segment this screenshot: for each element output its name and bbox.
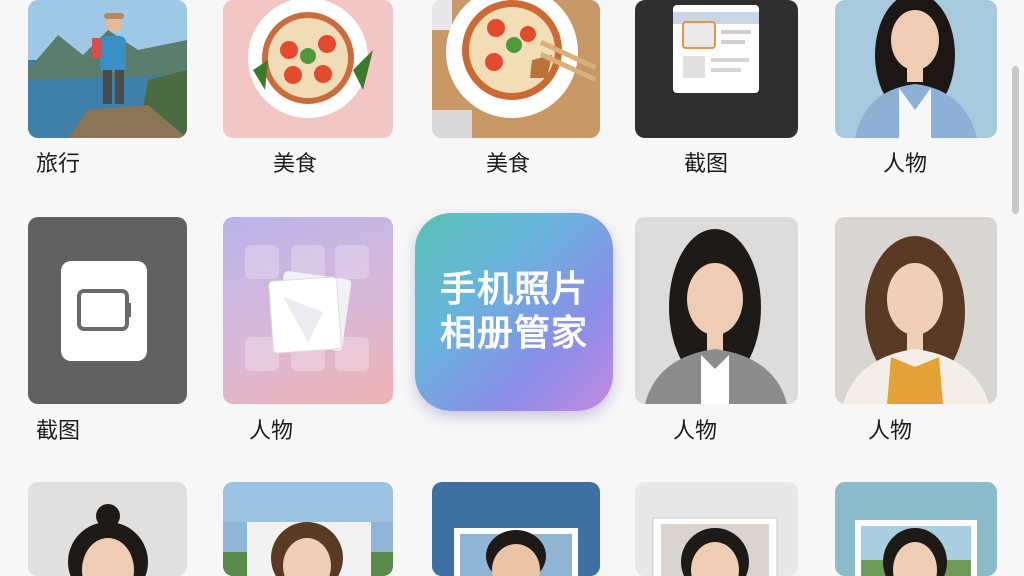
photo-screenshot-1[interactable] [635,0,798,138]
photo-food-2[interactable] [432,0,600,138]
photo-stack[interactable] [223,217,393,404]
label-food-2: 美食 [486,152,531,177]
portrait-image-7 [652,517,778,576]
photo-travel[interactable] [28,0,187,138]
photo-person-1[interactable] [835,0,997,138]
screenshot-icon [61,261,147,361]
label-person-1: 人物 [883,152,928,177]
photo-person-7[interactable] [635,482,798,576]
label-screenshot-1: 截图 [684,152,729,177]
photo-person-8[interactable] [835,482,997,576]
photo-person-3[interactable] [835,217,997,404]
app-title-line-1: 手机照片 [439,269,588,310]
label-travel: 旅行 [36,152,81,177]
photo-person-2[interactable] [635,217,798,404]
photo-screenshot-2[interactable] [28,217,187,404]
scrollbar-thumb[interactable] [1012,66,1019,214]
label-person-2: 人物 [673,419,718,444]
portrait-image-4 [68,504,148,576]
photo-person-5[interactable] [223,482,393,576]
portrait-image-6 [454,528,578,576]
stacked-photos-icon [245,245,369,371]
portrait-image-8 [855,520,977,576]
photo-food-1[interactable] [223,0,393,138]
food-image-2 [432,0,597,138]
label-person-3: 人物 [868,419,913,444]
travel-image [28,0,187,138]
photo-person-6[interactable] [432,482,600,576]
app-icon[interactable]: 手机照片 相册管家 [415,213,613,411]
photo-person-4[interactable] [28,482,187,576]
label-food-1: 美食 [273,152,318,177]
label-screenshot-2: 截图 [36,419,81,444]
portrait-image-5 [223,482,393,576]
portrait-image-1 [855,0,977,138]
label-stack: 人物 [249,419,294,444]
portrait-image-2 [645,229,787,404]
food-image-1 [248,0,373,118]
document-screenshot-icon [673,5,759,93]
portrait-image-3 [843,236,989,404]
app-title-line-2: 相册管家 [439,313,588,354]
